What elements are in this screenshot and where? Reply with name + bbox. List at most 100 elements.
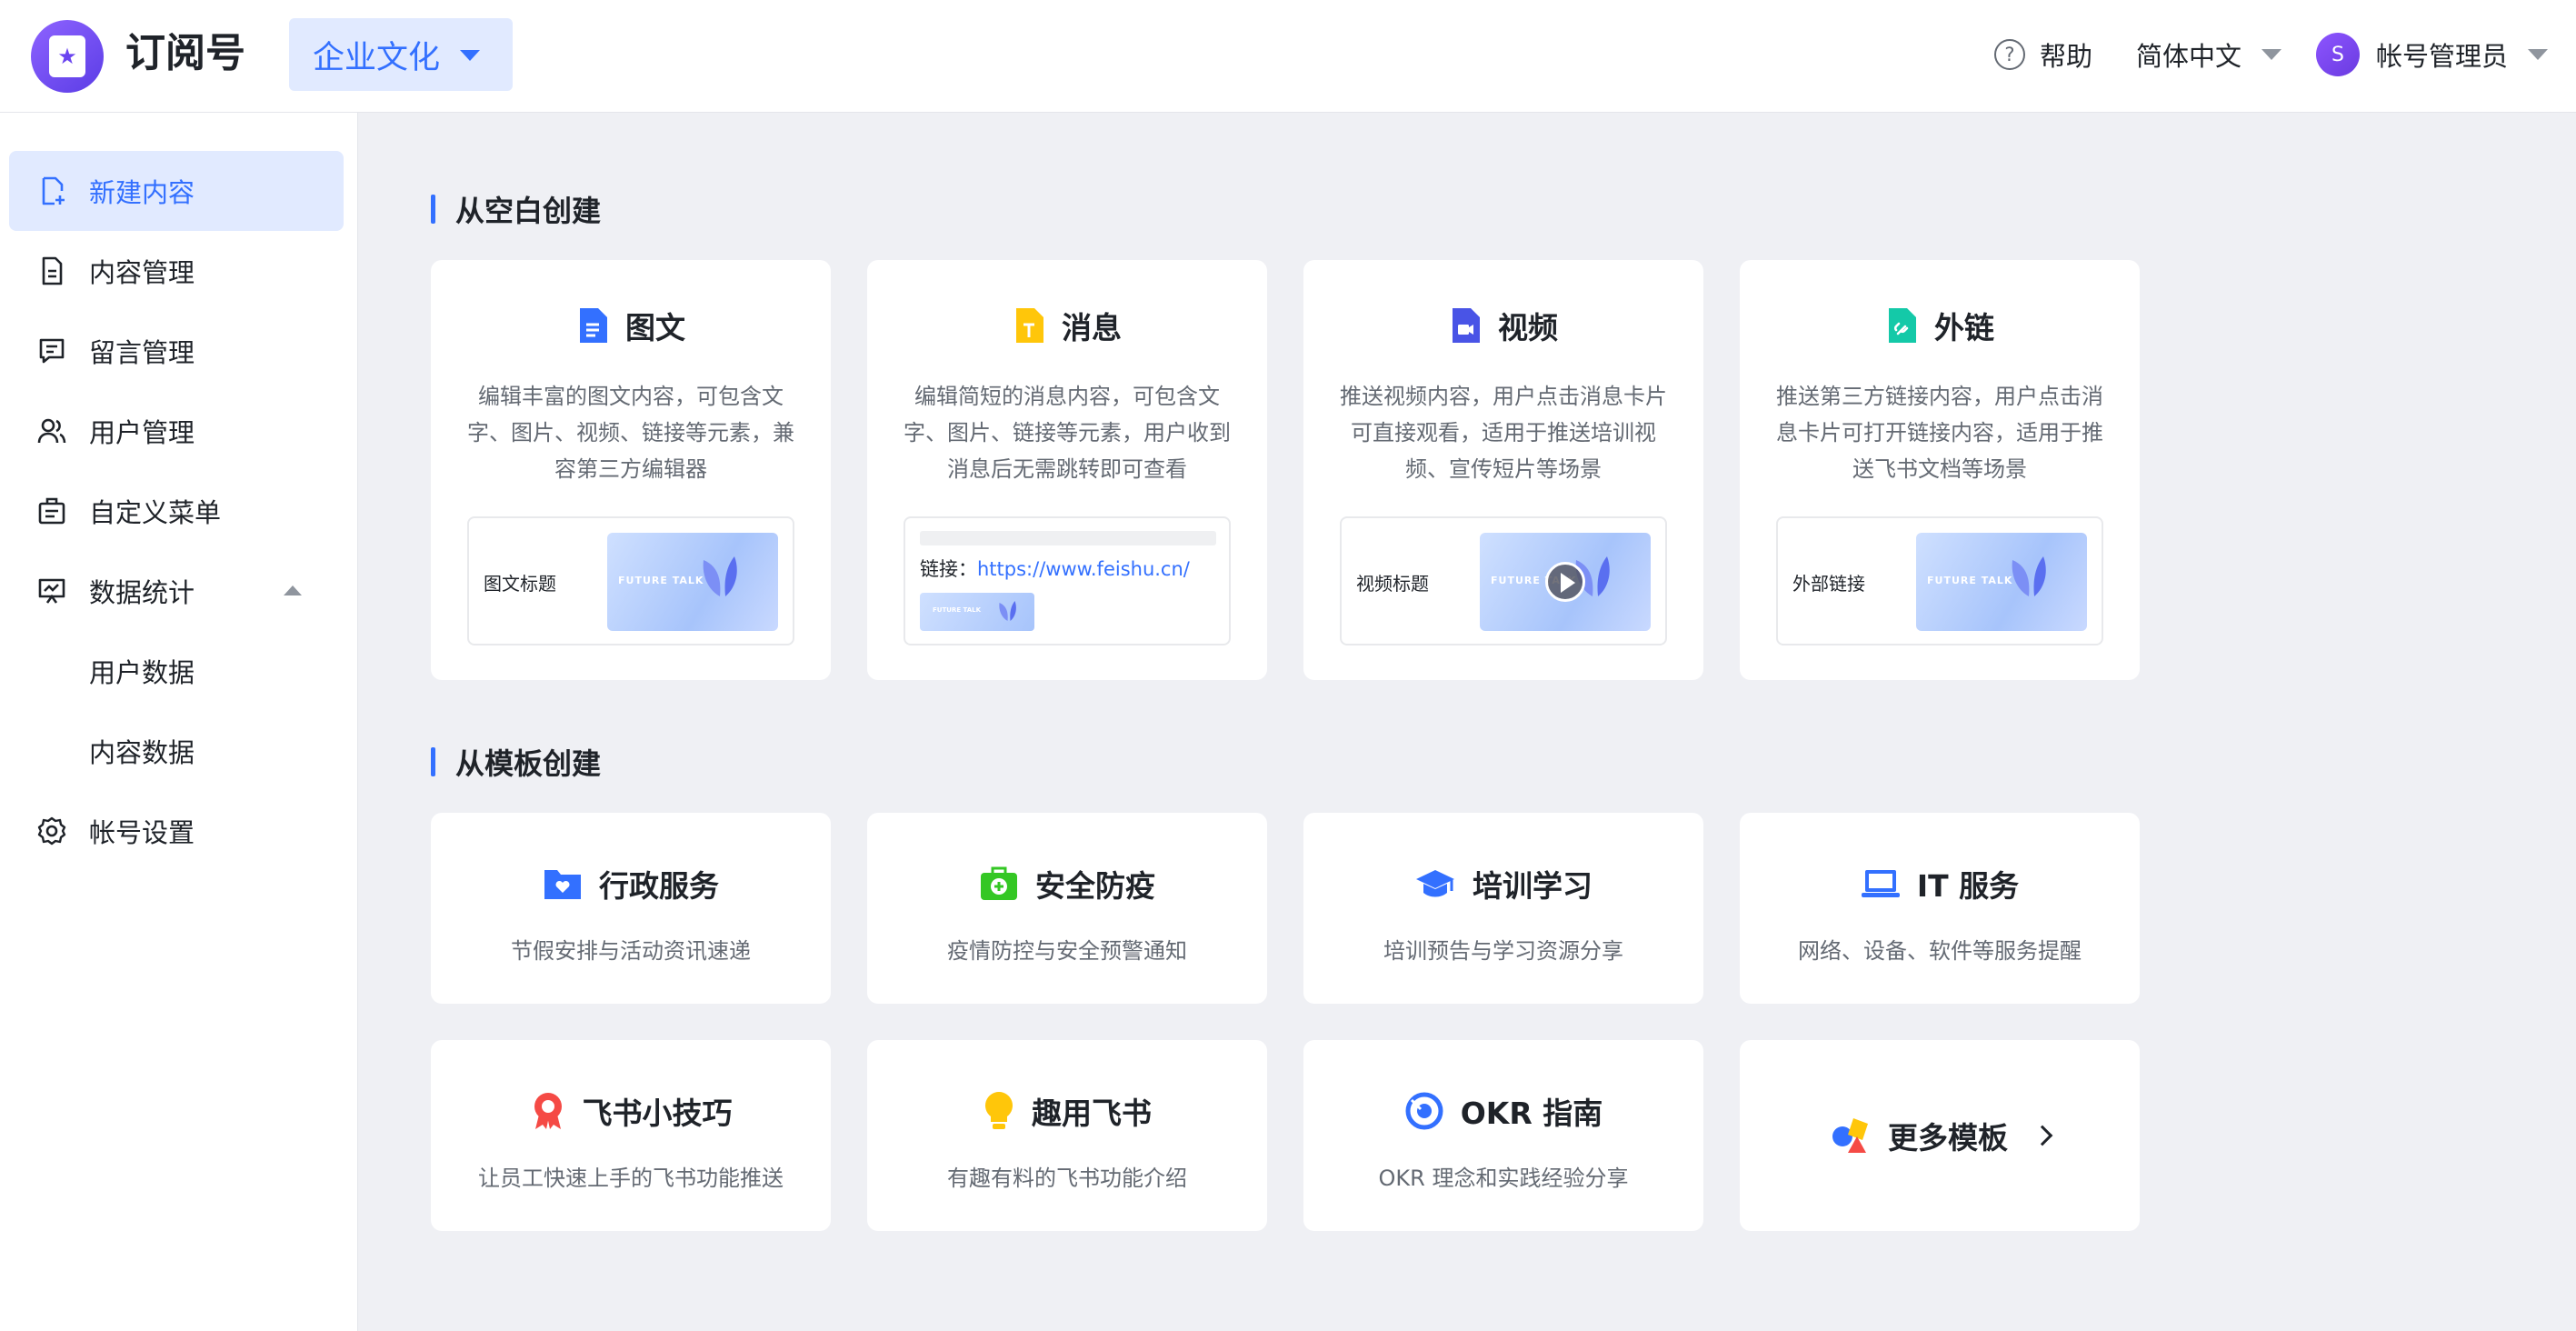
section-title-blank: 从空白创建	[431, 191, 602, 228]
sidebar-item-account-settings[interactable]: 帐号设置	[9, 791, 344, 871]
avatar: S	[2316, 33, 2360, 76]
create-message-card[interactable]: 消息 编辑简短的消息内容，可包含文字、图片、链接等元素，用户收到消息后无需跳转即…	[867, 260, 1267, 680]
card-title: IT 服务	[1740, 862, 2140, 906]
card-title: 外链	[1740, 304, 2140, 347]
more-templates-card[interactable]: 更多模板	[1740, 1040, 2140, 1231]
card-title: 消息	[867, 304, 1267, 347]
template-okr-card[interactable]: OKR 指南 OKR 理念和实践经验分享	[1303, 1040, 1703, 1231]
card-description: 推送第三方链接内容，用户点击消息卡片可打开链接内容，适用于推送飞书文档等场景	[1776, 384, 2103, 482]
okr-icon	[1404, 1091, 1444, 1131]
comment-icon	[39, 338, 65, 364]
menu-icon	[38, 497, 65, 525]
sidebar-item-user-data[interactable]: 用户数据	[9, 631, 344, 711]
card-title: 行政服务	[431, 862, 831, 906]
video-preview: 视频标题 FUTURE TALK	[1340, 516, 1667, 645]
card-description: 网络、设备、软件等服务提醒	[1798, 938, 2082, 964]
sidebar-item-user-management[interactable]: 用户管理	[9, 391, 344, 471]
document-icon	[42, 256, 63, 285]
card-title: 图文	[431, 304, 831, 347]
card-title: 安全防疫	[867, 862, 1267, 906]
sidebar: 新建内容 内容管理 留言管理 用户管理 自定义菜单 数据统计 用户数据 内容数据…	[0, 113, 358, 1331]
star-icon: ★	[49, 35, 85, 77]
create-link-card[interactable]: 外链 推送第三方链接内容，用户点击消息卡片可打开链接内容，适用于推送飞书文档等场…	[1740, 260, 2140, 680]
top-bar: ★ 订阅号 企业文化 ? 帮助 简体中文 S 帐号管理员	[0, 0, 2576, 113]
card-description: 编辑丰富的图文内容，可包含文字、图片、视频、链接等元素，兼容第三方编辑器	[467, 384, 794, 482]
sidebar-item-label: 自定义菜单	[89, 497, 222, 528]
preview-label: 外部链接	[1792, 573, 1865, 595]
shapes-icon	[1830, 1116, 1872, 1155]
badge-icon	[530, 1091, 566, 1131]
medical-kit-icon	[979, 866, 1019, 902]
gear-icon	[37, 816, 66, 846]
play-icon	[1545, 562, 1585, 602]
sidebar-item-label: 数据统计	[89, 577, 195, 608]
card-description: 节假安排与活动资讯速递	[511, 938, 751, 964]
message-placeholder-bar	[920, 531, 1216, 545]
create-video-card[interactable]: 视频 推送视频内容，用户点击消息卡片可直接观看，适用于推送培训视频、宣传短片等场…	[1303, 260, 1703, 680]
sidebar-item-content-data[interactable]: 内容数据	[9, 711, 344, 791]
user-menu[interactable]: S 帐号管理员	[2316, 31, 2549, 78]
sidebar-item-label: 新建内容	[89, 177, 195, 208]
card-title: 视频	[1303, 304, 1703, 347]
new-doc-icon	[42, 176, 65, 205]
card-description: 推送视频内容，用户点击消息卡片可直接观看，适用于推送培训视频、宣传短片等场景	[1340, 384, 1667, 482]
more-templates-button[interactable]: 更多模板	[1740, 1040, 2140, 1231]
link-line: 链接：https://www.feishu.cn/	[920, 558, 1190, 580]
folder-heart-icon	[543, 866, 583, 901]
card-description: 编辑简短的消息内容，可包含文字、图片、链接等元素，用户收到消息后无需跳转即可查看	[904, 384, 1231, 482]
thumbnail-text: FUTURE TALK	[618, 575, 704, 586]
workspace-select[interactable]: 企业文化	[289, 18, 513, 91]
template-fun-feishu-card[interactable]: 趣用飞书 有趣有料的飞书功能介绍	[867, 1040, 1267, 1231]
help-button[interactable]: ? 帮助	[1994, 35, 2092, 75]
thumbnail-text: FUTURE TALK	[933, 606, 982, 614]
section-title-text: 从模板创建	[455, 746, 602, 781]
user-name: 帐号管理员	[2376, 41, 2509, 72]
workspace-select-label: 企业文化	[313, 39, 441, 76]
sidebar-item-label: 用户管理	[89, 417, 195, 448]
template-admin-service-card[interactable]: 行政服务 节假安排与活动资讯速递	[431, 813, 831, 1004]
create-article-card[interactable]: 图文 编辑丰富的图文内容，可包含文字、图片、视频、链接等元素，兼容第三方编辑器 …	[431, 260, 831, 680]
sidebar-item-comment-management[interactable]: 留言管理	[9, 311, 344, 391]
card-title: 趣用飞书	[867, 1089, 1267, 1133]
article-icon	[576, 306, 609, 345]
question-icon: ?	[1994, 39, 2025, 70]
card-description: 疫情防控与安全预警通知	[947, 938, 1187, 964]
sidebar-item-label: 留言管理	[89, 337, 195, 368]
card-title: OKR 指南	[1303, 1089, 1703, 1133]
preview-label: 视频标题	[1356, 573, 1429, 595]
template-training-card[interactable]: 培训学习 培训预告与学习资源分享	[1303, 813, 1703, 1004]
section-accent-bar	[431, 747, 435, 776]
app-logo[interactable]: ★	[31, 20, 104, 93]
wing-logo-icon	[999, 601, 1016, 621]
chart-icon	[38, 578, 65, 604]
lightbulb-icon	[983, 1090, 1015, 1132]
laptop-icon	[1861, 867, 1901, 900]
graduation-cap-icon	[1414, 866, 1456, 901]
preview-label: 图文标题	[484, 573, 556, 595]
template-it-service-card[interactable]: IT 服务 网络、设备、软件等服务提醒	[1740, 813, 2140, 1004]
video-icon	[1449, 306, 1482, 345]
link-icon	[1885, 306, 1918, 345]
sidebar-item-new-content[interactable]: 新建内容	[9, 151, 344, 231]
section-title-template: 从模板创建	[431, 744, 602, 781]
sidebar-item-label: 用户数据	[89, 657, 195, 688]
sidebar-item-content-management[interactable]: 内容管理	[9, 231, 344, 311]
caret-down-icon	[2528, 49, 2549, 60]
sidebar-item-statistics[interactable]: 数据统计	[9, 551, 344, 631]
sidebar-item-custom-menu[interactable]: 自定义菜单	[9, 471, 344, 551]
template-feishu-tips-card[interactable]: 飞书小技巧 让员工快速上手的飞书功能推送	[431, 1040, 831, 1231]
caret-up-icon[interactable]	[284, 585, 302, 595]
template-safety-card[interactable]: 安全防疫 疫情防控与安全预警通知	[867, 813, 1267, 1004]
card-description: 让员工快速上手的飞书功能推送	[478, 1166, 784, 1191]
preview-thumbnail: FUTURE TALK	[1480, 533, 1651, 631]
card-description: 培训预告与学习资源分享	[1383, 938, 1623, 964]
message-preview: 链接：https://www.feishu.cn/ FUTURE TALK	[904, 516, 1231, 645]
section-title-text: 从空白创建	[455, 194, 602, 228]
message-icon	[1013, 306, 1045, 345]
language-select[interactable]: 简体中文	[2136, 35, 2282, 75]
users-icon	[37, 418, 66, 444]
app-title: 订阅号	[125, 30, 245, 76]
card-title: 飞书小技巧	[431, 1089, 831, 1133]
help-label: 帮助	[2040, 41, 2093, 72]
link-preview: 外部链接 FUTURE TALK	[1776, 516, 2103, 645]
